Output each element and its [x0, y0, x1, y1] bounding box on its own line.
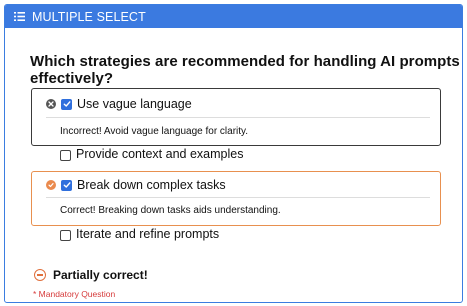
- result-status: Partially correct!: [34, 268, 148, 282]
- option-checkbox[interactable]: [60, 229, 71, 241]
- option-checkbox[interactable]: [61, 98, 72, 110]
- option-feedback: Correct! Breaking down tasks aids unders…: [60, 205, 281, 216]
- question-card: MULTIPLE SELECT Which strategies are rec…: [4, 4, 463, 303]
- option-row[interactable]: Iterate and refine prompts: [31, 225, 441, 245]
- option-feedback: Incorrect! Avoid vague language for clar…: [60, 126, 249, 137]
- option-checkbox[interactable]: [60, 149, 71, 161]
- option-divider: [46, 197, 430, 198]
- close-icon: [46, 99, 56, 109]
- option-label: Use vague language: [77, 97, 192, 111]
- option-box-correct: Break down complex tasks Correct! Breaki…: [31, 171, 441, 226]
- option-checkbox[interactable]: [61, 179, 72, 191]
- question-type-label: MULTIPLE SELECT: [32, 9, 146, 24]
- result-text: Partially correct!: [53, 268, 148, 282]
- option-label: Provide context and examples: [76, 147, 244, 161]
- minus-circle-icon: [34, 269, 46, 281]
- option-row[interactable]: Break down complex tasks: [32, 175, 440, 195]
- list-icon: [14, 11, 25, 22]
- option-label: Break down complex tasks: [77, 178, 226, 192]
- option-row[interactable]: Use vague language: [32, 94, 440, 114]
- option-box-incorrect: Use vague language Incorrect! Avoid vagu…: [31, 88, 441, 146]
- option-label: Iterate and refine prompts: [76, 227, 220, 241]
- question-text: Which strategies are recommended for han…: [30, 53, 460, 87]
- question-type-header: MULTIPLE SELECT: [5, 5, 462, 28]
- option-divider: [46, 117, 430, 118]
- option-row[interactable]: Provide context and examples: [31, 145, 441, 165]
- mandatory-note: * Mandatory Question: [33, 289, 116, 299]
- check-circle-icon: [46, 180, 56, 190]
